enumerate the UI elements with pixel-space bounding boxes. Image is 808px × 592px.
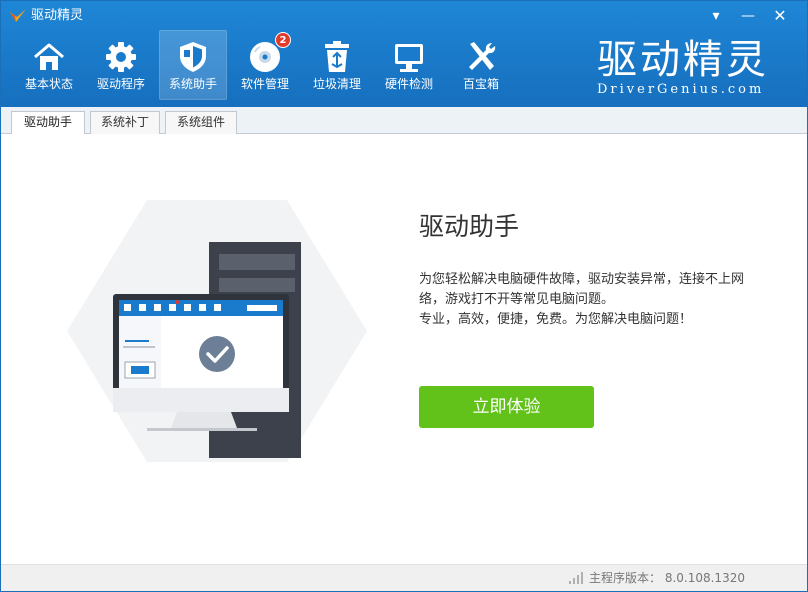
nav-label: 垃圾清理 [312,77,361,91]
nav-label: 驱动程序 [96,77,145,91]
signal-icon [569,572,583,584]
tab-system-patches[interactable]: 系统补丁 [90,111,160,134]
computer-illustration [67,200,367,462]
nav-label: 硬件检测 [384,77,433,91]
header: 驱动精灵 ▾ — ✕ 基本状态 驱动程序 系统助手 2 软件管理 垃圾清理 硬件… [1,1,807,107]
brand-name-cn: 驱动精灵 [597,37,769,83]
update-count-badge: 2 [275,32,291,48]
tools-icon [469,42,496,70]
main-content: 驱动助手 为您轻松解决电脑硬件故障，驱动安装异常，连接不上网络，游戏打不开等常见… [1,134,807,564]
feature-description: 为您轻松解决电脑硬件故障，驱动安装异常，连接不上网络，游戏打不开等常见电脑问题。 [419,272,745,307]
menu-dropdown-button[interactable]: ▾ [705,6,727,26]
feature-title: 驱动助手 [419,212,520,241]
nav-item-system-assistant[interactable]: 系统助手 [159,30,227,100]
brand-name-en: DriverGenius.com [597,82,765,97]
nav-label: 基本状态 [24,77,73,91]
nav-label: 系统助手 [168,77,217,91]
app-logo-icon [10,9,26,22]
nav-item-hardware-check[interactable]: 硬件检测 [375,30,443,100]
tab-strip: 驱动助手 系统补丁 系统组件 [1,107,807,135]
nav-item-junk-cleanup[interactable]: 垃圾清理 [303,30,371,100]
minimize-button[interactable]: — [737,6,759,26]
version-label: 主程序版本： 8.0.108.1320 [589,571,745,585]
nav-item-basic-status[interactable]: 基本状态 [15,30,83,100]
brand-logo: 驱动精灵 DriverGenius.com [597,37,769,99]
app-window: 驱动精灵 ▾ — ✕ 基本状态 驱动程序 系统助手 2 软件管理 垃圾清理 硬件… [0,0,808,592]
shield-icon [180,42,206,72]
nav-item-software-manager[interactable]: 2 软件管理 [231,30,299,100]
nav-label: 百宝箱 [462,77,499,91]
recycle-bin-icon [325,41,349,72]
window-title: 驱动精灵 [31,8,84,23]
nav-item-drivers[interactable]: 驱动程序 [87,30,155,100]
tab-system-components[interactable]: 系统组件 [165,111,237,134]
title-bar: 驱动精灵 ▾ — ✕ [1,1,807,31]
try-now-button[interactable]: 立即体验 [419,386,594,428]
status-bar: 主程序版本： 8.0.108.1320 [1,564,807,591]
gear-icon [106,42,136,72]
nav-item-toolbox[interactable]: 百宝箱 [447,30,515,100]
close-button[interactable]: ✕ [769,6,791,26]
tab-driver-assistant[interactable]: 驱动助手 [11,111,85,135]
home-icon [34,43,64,70]
feature-tagline: 专业，高效，便捷，免费。为您解决电脑问题！ [419,312,693,327]
nav-label: 软件管理 [240,77,289,91]
monitor-icon [395,44,423,72]
